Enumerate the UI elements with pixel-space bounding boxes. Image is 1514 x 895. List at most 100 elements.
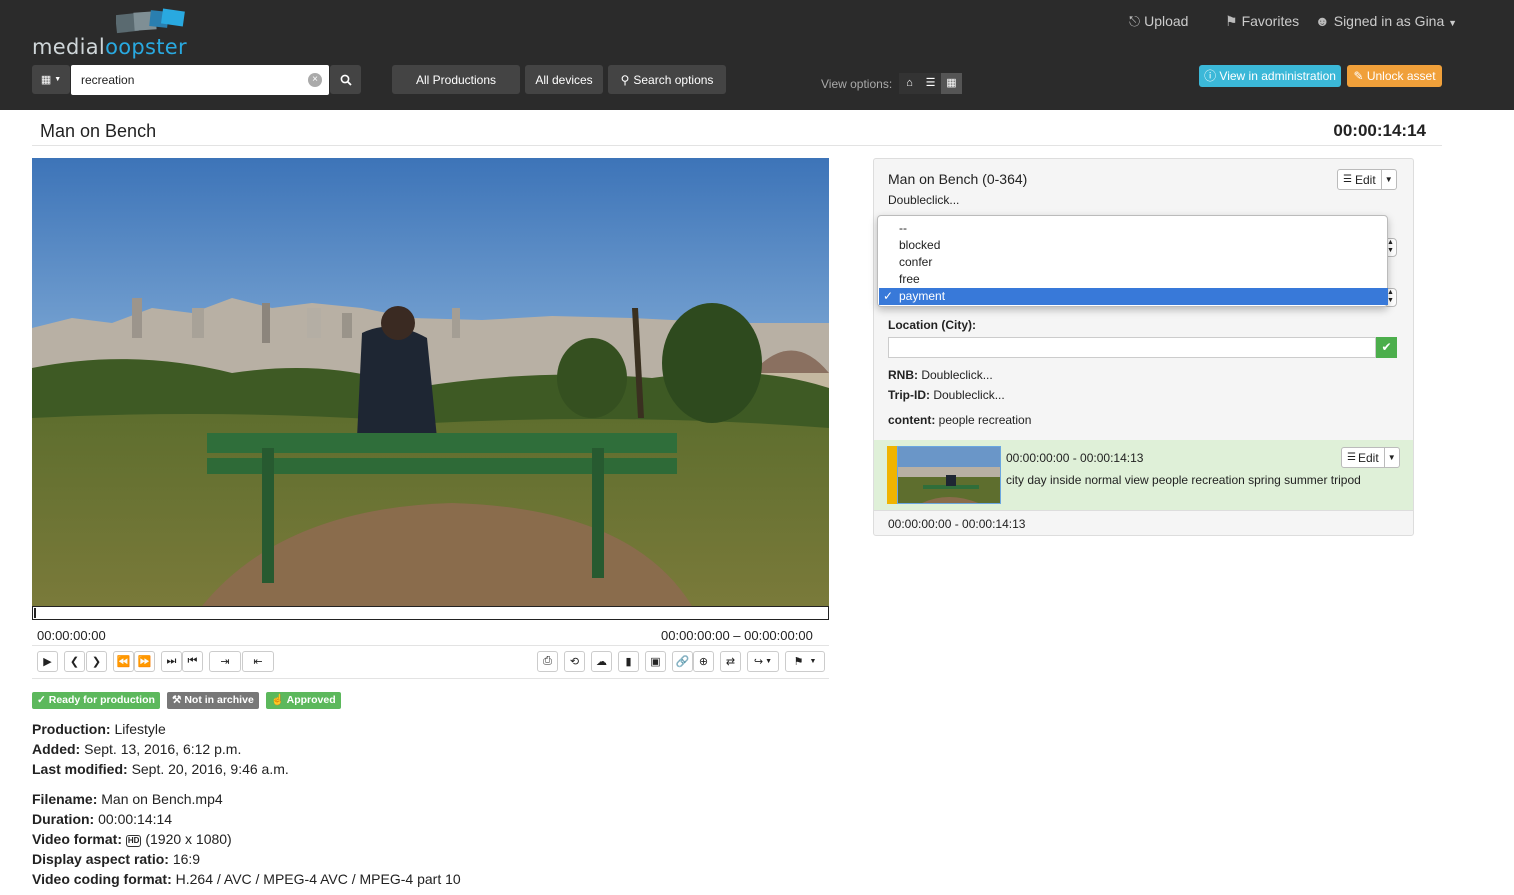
trip-id-row: Trip-ID: Doubleclick... [888,388,1005,402]
play-icon: ▶ [43,656,52,668]
next-frame-button[interactable]: ❯ [86,651,107,672]
status-badge-ready: ✓ Ready for production [32,692,160,709]
list-icon: ☰ [1343,174,1352,185]
dropdown-option[interactable]: free [899,271,920,288]
panel-description[interactable]: Doubleclick... [888,193,959,207]
prev-frame-button[interactable]: ❮ [64,651,85,672]
added-row: Added: Sept. 13, 2016, 6:12 p.m. [32,741,242,757]
cloud-upload-button[interactable]: ☁ [591,651,612,672]
current-timecode: 00:00:00:00 [37,628,106,643]
transfer-icon: ⇄ [725,656,736,668]
location-label: Location (City): [888,318,976,332]
bookmark-icon: ⚑ [793,656,804,668]
plus-circle-icon: ⊕ [698,656,709,668]
edit-icon: ✎ [1353,69,1364,83]
divider [32,145,1442,146]
status-badge-approved: ☝ Approved [266,692,341,709]
lasso-button[interactable]: ⟲ [564,651,585,672]
search-options-button[interactable]: ⚲ Search options [608,65,726,94]
unlock-asset-button[interactable]: ✎ Unlock asset [1347,65,1442,87]
favorites-link[interactable]: ⚑ Favorites [1225,13,1299,30]
rnb-row: RNB: Doubleclick... [888,368,993,382]
image-button[interactable]: ▣ [645,651,666,672]
medialoopster-logo[interactable]: medialoopster [32,8,192,60]
add-button[interactable]: ⊕ [693,651,714,672]
lasso-icon: ⟲ [569,656,580,668]
video-format-row: Video format: HD (1920 x 1080) [32,831,232,847]
segment-keywords: city day inside normal view people recre… [1006,473,1361,487]
duration-row: Duration: 00:00:14:14 [32,811,173,827]
media-type-dropdown[interactable]: ▦ ▼ [32,65,70,94]
home-view-icon[interactable]: ⌂ [899,73,920,94]
cloud-upload-icon: ☁ [596,656,607,668]
upload-icon: ⎋ [1129,13,1141,29]
link-button[interactable]: 🔗 [672,651,693,672]
comment-button[interactable]: ▮ [618,651,639,672]
print-icon: ⎙ [543,655,552,667]
logo-wordmark: medialoopster [32,35,187,59]
dropdown-option[interactable]: blocked [899,237,940,254]
dropdown-option-selected[interactable]: ✓ payment [879,288,1388,305]
modified-row: Last modified: Sept. 20, 2016, 9:46 a.m. [32,761,289,777]
set-in-point-button[interactable]: ⇥ [209,651,241,672]
dropdown-option[interactable]: confer [899,254,932,271]
print-button[interactable]: ⎙ [537,651,558,672]
video-frame [32,158,829,606]
upload-link[interactable]: ⎋ Upload [1129,13,1188,30]
view-options-label: View options: [821,77,893,91]
video-player[interactable] [32,158,829,606]
search-icon [340,74,352,86]
check-icon: ✔ [1381,340,1392,354]
view-in-administration-button[interactable]: ⓘ View in administration [1199,65,1341,87]
caret-down-icon: ▼ [1448,18,1458,28]
all-devices-button[interactable]: All devices [525,65,603,94]
clear-search-icon[interactable]: × [308,73,322,87]
user-menu[interactable]: ☻ Signed in as Gina ▼ [1315,13,1457,29]
link-icon: 🔗 [675,656,690,668]
share-dropdown-button[interactable]: ↪ ▼ [747,651,779,672]
list-icon: ☰ [1347,452,1356,463]
status-badge-archive: ⚒ Not in archive [167,692,259,709]
timeline-scrubber[interactable] [32,606,829,620]
comment-icon: ▮ [625,656,632,668]
segment-edit-button[interactable]: ☰ Edit ▼ [1341,447,1400,468]
transfer-button[interactable]: ⇄ [720,651,741,672]
panel-edit-button[interactable]: ☰ Edit ▼ [1337,169,1397,190]
segment-range: 00:00:00:00 - 00:00:14:13 [888,517,1026,531]
skip-end-icon: ⏭ [166,655,177,667]
fast-forward-button[interactable]: ⏩ [134,651,155,672]
dropdown-option[interactable]: -- [899,220,907,237]
archive-icon: ⚒ [172,694,182,706]
share-icon: ↪ [753,656,764,668]
film-view-icon[interactable]: ▦ [941,73,962,94]
go-to-end-button[interactable]: ⏭ [161,651,182,672]
production-row: Production: Lifestyle [32,721,166,737]
search-button[interactable] [330,65,361,94]
all-productions-button[interactable]: All Productions [392,65,520,94]
list-view-icon[interactable]: ☰ [920,73,941,94]
picture-icon: ▣ [650,656,661,668]
filename-row: Filename: Man on Bench.mp4 [32,791,223,807]
hd-icon: HD [125,835,142,847]
check-circle-icon: ✓ [37,694,46,706]
bookmark-dropdown-button[interactable]: ⚑ ▼ [785,651,825,672]
aspect-ratio-row: Display aspect ratio: 16:9 [32,851,201,867]
location-city-input[interactable] [888,337,1376,358]
play-button[interactable]: ▶ [37,651,58,672]
logo-cards-icon [116,8,185,34]
rewind-button[interactable]: ⏪ [113,651,134,672]
segment-thumbnail[interactable] [897,446,1001,504]
panel-title: Man on Bench (0-364) [888,171,1028,187]
user-icon: ☻ [1315,13,1330,29]
arrow-to-start-icon: ⇤ [253,656,263,668]
confirm-location-button[interactable]: ✔ [1376,337,1397,358]
caret-down-icon[interactable]: ▼ [1382,175,1396,184]
set-out-point-button[interactable]: ⇤ [242,651,274,672]
search-input[interactable]: recreation [71,65,329,95]
status-select-dropdown[interactable]: -- blocked confer free ✓ payment [877,215,1388,307]
info-icon: ⓘ [1204,69,1217,83]
go-to-start-button[interactable]: ⏮ [182,651,203,672]
segment-color-marker [887,446,897,504]
rewind-icon: ⏪ [116,656,131,668]
caret-down-icon[interactable]: ▼ [1385,453,1399,462]
